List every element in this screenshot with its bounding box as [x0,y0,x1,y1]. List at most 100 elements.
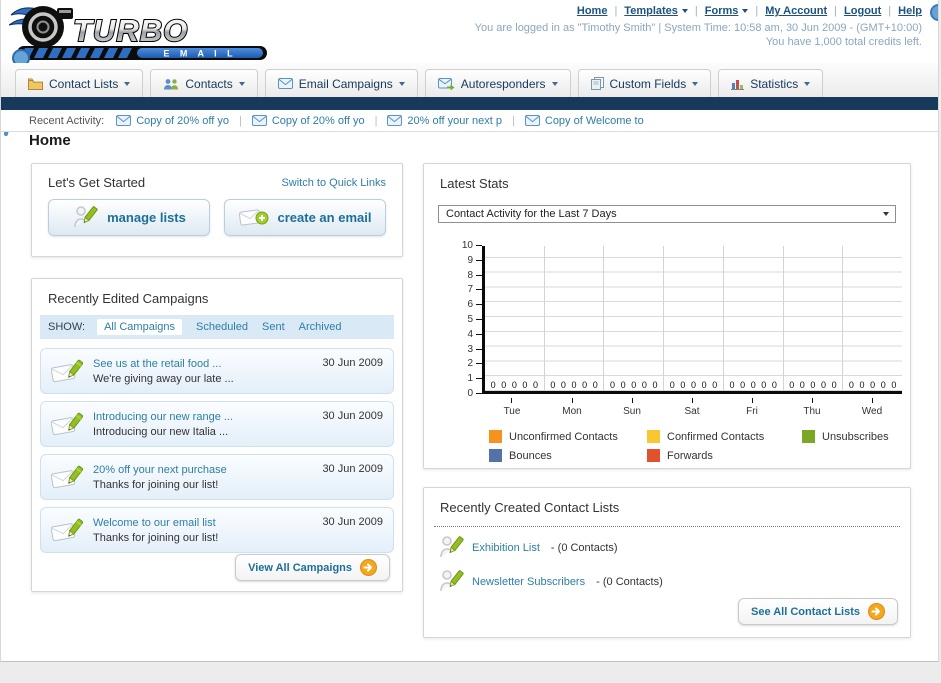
x-tick-label: Wed [861,406,883,417]
y-tick-label: 5 [467,314,473,325]
x-tick [511,398,513,403]
campaign-title-link[interactable]: Introducing our new range ... [93,411,233,423]
latest-stats-panel: Latest Stats Contact Activity for the La… [423,163,911,469]
legend-item: Unconfirmed Contacts [489,430,647,443]
header-link-forms[interactable]: Forms [705,5,749,17]
caret-down-icon [681,9,688,13]
button-label: manage lists [107,210,186,225]
activity-item[interactable]: Copy of 20% off yo [251,115,365,127]
separator: | [888,5,892,17]
caret-down-icon [883,212,889,216]
caret-down-icon [742,9,749,13]
header-link-logout[interactable]: Logout [844,5,881,17]
legend-swatch [802,430,815,443]
person-pencil-icon [438,535,464,561]
bar-value-label: 0 [750,380,756,390]
contact-list-item: Exhibition List - (0 Contacts) [438,535,896,561]
tab-email-campaigns[interactable]: Email Campaigns [264,69,418,97]
login-info: You are logged in as "Timothy Smith" | S… [474,22,922,34]
legend-label: Unconfirmed Contacts [509,430,618,443]
x-tick-label: Fri [746,406,758,417]
campaign-row[interactable]: See us at the retail food ... We're givin… [40,348,394,394]
chart-xaxis: Tue Mon Sun Sat Fri Thu Wed [482,396,902,428]
envelope-pencil-icon [51,411,83,438]
legend-item: Unsubscribes [802,430,904,443]
tab-custom-fields[interactable]: Custom Fields [577,69,712,97]
campaign-row[interactable]: Introducing our new range ... Introducing… [40,401,394,447]
contact-list-link[interactable]: Newsletter Subscribers [472,576,585,588]
activity-link[interactable]: Copy of 20% off yo [272,115,365,127]
campaign-date: 30 Jun 2009 [322,410,383,422]
bar-value-label: 0 [690,380,696,390]
bar-value-label: 0 [810,380,816,390]
separator: | [694,5,698,17]
header-link-templates[interactable]: Templates [624,5,688,17]
filter-sent[interactable]: Sent [262,321,285,333]
bar-value-label: 0 [522,380,528,390]
arrow-circle-icon [360,559,377,576]
switch-to-quick-links-link[interactable]: Switch to Quick Links [281,177,386,189]
tab-autoresponders[interactable]: Autoresponders [424,69,571,97]
chart-group: 00000 [843,246,902,391]
stats-report-dropdown[interactable]: Contact Activity for the Last 7 Days [438,205,896,223]
bar-value-label: 0 [761,380,767,390]
bar-value-label: 0 [560,380,566,390]
y-tick-label: 9 [467,254,473,266]
see-all-contact-lists-button[interactable]: See All Contact Lists [737,598,898,625]
y-tick-label: 1 [467,373,473,385]
activity-link[interactable]: Copy of Welcome to [545,115,644,127]
campaign-filters: All Campaigns Scheduled Sent Archived [97,319,341,335]
button-manage-lists[interactable]: manage lists [48,199,210,236]
activity-link[interactable]: 20% off your next p [407,115,502,127]
button-create-an-email[interactable]: create an email [224,199,386,236]
bar-value-label: 0 [511,380,517,390]
campaign-title-link[interactable]: See us at the retail food ... [93,358,221,370]
contact-list-count: - (0 Contacts) [593,576,663,588]
filter-all-campaigns[interactable]: All Campaigns [97,319,182,335]
y-tick-label: 7 [467,284,473,296]
brand-logo[interactable]: TURBO E M A I L [8,3,281,63]
tab-contact-lists[interactable]: Contact Lists [15,69,144,97]
tab-statistics[interactable]: Statistics [718,69,824,97]
header-link-home[interactable]: Home [577,5,608,17]
contact-list-count: - (0 Contacts) [547,542,618,554]
activity-item[interactable]: Copy of Welcome to [524,115,644,127]
filter-scheduled[interactable]: Scheduled [196,321,248,333]
contact-list-link[interactable]: Exhibition List [472,542,540,554]
pages-icon [590,77,604,90]
activity-item[interactable]: Copy of 20% off yo [116,115,229,127]
legend-label: Forwards [667,449,713,462]
bar-value-label: 0 [501,380,507,390]
header-link-help[interactable]: Help [898,5,922,17]
bar-value-label: 0 [641,380,647,390]
header-link-my-account[interactable]: My Account [765,5,827,17]
bar-value-label: 0 [550,380,556,390]
campaign-text: 20% off your next purchase Thanks for joi… [93,461,312,493]
campaign-text: Introducing our new range ... Introducing… [93,408,312,440]
bar-value-label: 0 [652,380,658,390]
campaign-row[interactable]: Welcome to our email list Thanks for join… [40,507,394,553]
campaign-text: See us at the retail food ... We're givin… [93,355,312,387]
bar-value-label: 0 [821,380,827,390]
filter-archived[interactable]: Archived [299,321,342,333]
campaign-title-link[interactable]: 20% off your next purchase [93,464,227,476]
recent-campaigns-panel: Recently Edited Campaigns SHOW: All Camp… [31,278,403,592]
brand-sub-text: E M A I L [163,49,236,59]
tab-contacts[interactable]: Contacts [150,69,258,97]
legend-label: Confirmed Contacts [667,430,765,443]
campaign-date: 30 Jun 2009 [322,463,383,475]
x-tick [631,398,633,403]
activity-link[interactable]: Copy of 20% off yo [136,115,229,127]
campaign-subtitle: Thanks for joining our list! [93,532,219,544]
bar-value-label: 0 [891,380,897,390]
bar-value-label: 0 [610,380,616,390]
legend-item: Forwards [647,449,802,462]
campaign-title-link[interactable]: Welcome to our email list [93,517,216,529]
envelope-icon [116,115,132,126]
y-tick-label: 3 [467,343,473,355]
legend-label: Bounces [509,449,552,462]
view-all-campaigns-button[interactable]: View All Campaigns [235,554,390,581]
x-tick-label: Sat [684,406,700,417]
activity-item[interactable]: 20% off your next p [387,115,502,127]
campaign-row[interactable]: 20% off your next purchase Thanks for joi… [40,454,394,500]
